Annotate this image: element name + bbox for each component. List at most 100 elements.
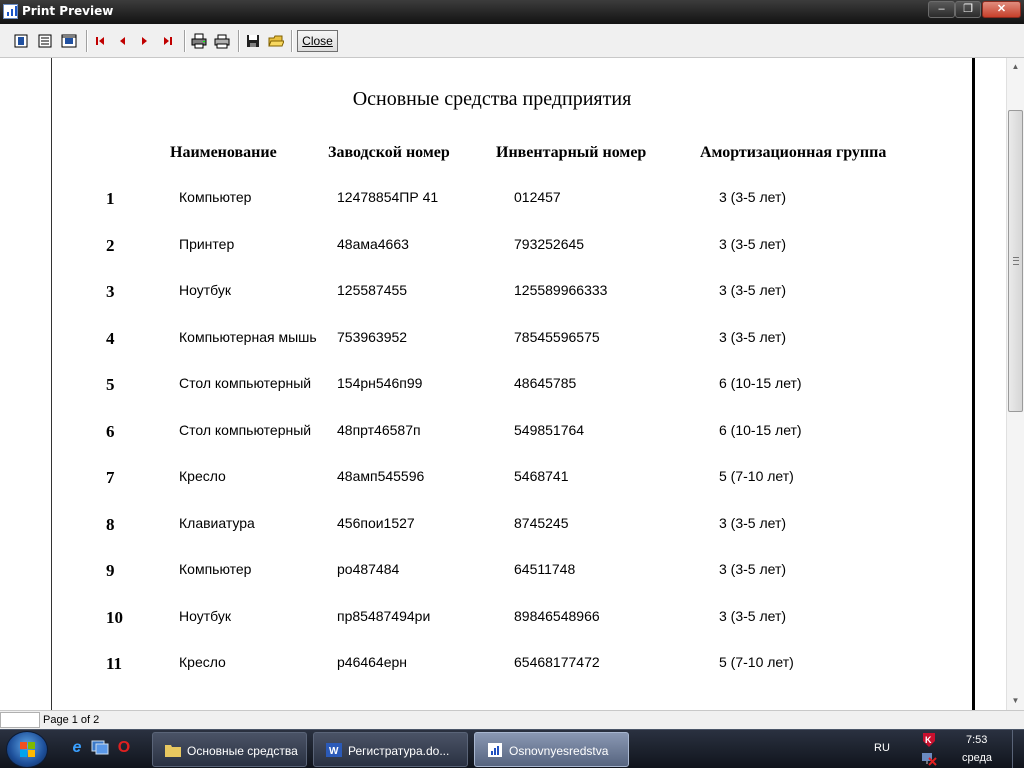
scroll-down-arrow-icon[interactable]: ▼ — [1007, 692, 1024, 709]
preview-area[interactable]: Основные средства предприятия Наименован… — [0, 58, 1006, 710]
scroll-up-arrow-icon[interactable]: ▲ — [1007, 58, 1024, 75]
kaspersky-icon[interactable]: K — [921, 732, 937, 748]
vertical-scrollbar[interactable]: ▲ ▼ — [1006, 58, 1024, 710]
column-header-serial: Заводской номер — [328, 144, 450, 161]
cell-inventory: 64511748 — [514, 561, 576, 577]
row-number: 6 — [106, 421, 115, 441]
cell-group: 5 (7-10 лет) — [719, 654, 794, 670]
first-page-icon[interactable] — [91, 32, 109, 50]
cell-name: Принтер — [179, 235, 235, 252]
cell-group: 5 (7-10 лет) — [719, 468, 794, 484]
cell-inventory: 125589966333 — [514, 282, 608, 298]
clock-time[interactable]: 7:53 — [966, 734, 987, 746]
cell-name: Кресло — [179, 654, 226, 670]
two-page-icon[interactable] — [36, 32, 54, 50]
internet-explorer-icon[interactable]: e — [67, 738, 87, 758]
toolbar-separator — [238, 30, 240, 52]
table-row: 1 Компьютер 12478854ПР 41 012457 3 (3-5 лет) — [52, 186, 972, 216]
table-row: 2 Принтер 48ама4663 793252645 3 (3-5 лет) — [52, 233, 972, 263]
title-bar: Print Preview ‒ ❐ ✕ — [0, 0, 1024, 24]
task-label: Регистратура.do... — [348, 744, 450, 758]
prev-page-icon[interactable] — [113, 32, 131, 50]
cell-serial: р46464ерн — [337, 654, 408, 670]
app-icon — [3, 4, 18, 19]
cell-serial: 753963952 — [337, 328, 408, 345]
scrollbar-thumb[interactable] — [1008, 110, 1023, 412]
last-page-icon[interactable] — [159, 32, 177, 50]
table-row: 6 Стол компьютерный 48прт46587п 549851764 6 … — [52, 419, 972, 449]
cell-inventory: 89846548966 — [514, 607, 600, 624]
cell-inventory: 5468741 — [514, 468, 569, 484]
switch-windows-icon[interactable] — [90, 738, 110, 758]
taskbar-item-word[interactable]: W Регистратура.do... — [313, 732, 468, 767]
cell-name: Компьютер — [179, 189, 252, 205]
column-header-name: Наименование — [170, 144, 277, 161]
table-row: 3 Ноутбук 125587455 125589966333 3 (3-5 лет) — [52, 279, 972, 309]
taskbar-item-active-app[interactable]: Osnovnyesredstva — [474, 732, 629, 767]
network-warning-icon[interactable] — [921, 751, 937, 767]
cell-group: 3 (3-5 лет) — [719, 282, 787, 298]
row-number: 1 — [106, 189, 115, 208]
column-header-inventory: Инвентарный номер — [496, 144, 647, 161]
cell-group: 3 (3-5 лет) — [719, 189, 787, 205]
column-header-group: Амортизационная группа — [700, 144, 887, 161]
clock-day: среда — [962, 752, 993, 764]
show-desktop-button[interactable] — [1012, 730, 1022, 768]
document-title: Основные средства предприятия — [352, 88, 632, 110]
status-panel — [0, 712, 40, 728]
table-row: 7 Кресло 48амп545596 5468741 5 (7-10 лет) — [52, 465, 972, 495]
document-page: Основные средства предприятия Наименован… — [51, 58, 975, 710]
cell-serial: пр85487494ри — [337, 607, 431, 624]
cell-group: 3 (3-5 лет) — [719, 328, 787, 345]
taskbar-item-folder[interactable]: Основные средства — [152, 732, 307, 767]
zoom-icon[interactable] — [60, 32, 78, 50]
row-number: 4 — [106, 328, 115, 348]
row-number: 10 — [106, 607, 123, 627]
table-row: 10 Ноутбук пр85487494ри 89846548966 3 (3-5 л… — [52, 605, 972, 635]
one-page-icon[interactable] — [12, 32, 30, 50]
app-icon — [488, 743, 502, 757]
start-button[interactable] — [6, 731, 48, 768]
minimize-button[interactable]: ‒ — [928, 1, 955, 18]
cell-group: 3 (3-5 лет) — [719, 561, 787, 577]
cell-inventory: 549851764 — [514, 421, 585, 438]
word-document-icon: W — [326, 743, 342, 757]
cell-serial: 456пои1527 — [337, 514, 415, 531]
print-setup-icon[interactable] — [190, 32, 208, 50]
close-window-button[interactable]: ✕ — [982, 1, 1021, 18]
cell-name: Стол компьютерный — [179, 421, 312, 438]
window-title: Print Preview — [22, 4, 114, 18]
next-page-icon[interactable] — [135, 32, 153, 50]
row-number: 11 — [106, 654, 123, 673]
table-row: 11 Кресло р46464ерн 65468177472 5 (7-10 лет) — [52, 651, 972, 681]
close-preview-button[interactable]: Close — [297, 30, 338, 52]
language-indicator[interactable]: RU — [874, 742, 890, 754]
windows-logo-icon — [20, 742, 36, 758]
print-icon[interactable] — [213, 32, 231, 50]
toolbar-separator — [291, 30, 293, 52]
maximize-button[interactable]: ❐ — [955, 1, 981, 18]
cell-serial: 12478854ПР 41 — [337, 189, 439, 205]
row-number: 5 — [106, 375, 115, 394]
cell-serial: 125587455 — [337, 282, 408, 298]
task-label: Osnovnyesredstva — [509, 744, 609, 758]
open-icon[interactable] — [267, 32, 285, 50]
close-button-label: Close — [302, 34, 333, 48]
save-icon[interactable] — [244, 32, 262, 50]
opera-icon[interactable]: O — [114, 738, 134, 758]
cell-serial: 154рн546п99 — [337, 375, 423, 391]
row-number: 9 — [106, 561, 115, 580]
cell-inventory: 78545596575 — [514, 328, 600, 345]
row-number: 3 — [106, 282, 115, 301]
cell-group: 3 (3-5 лет) — [719, 514, 787, 531]
table-row: 8 Клавиатура 456пои1527 8745245 3 (3-5 лет) — [52, 512, 972, 542]
cell-group: 3 (3-5 лет) — [719, 607, 787, 624]
svg-text:K: K — [925, 735, 932, 745]
cell-group: 6 (10-15 лет) — [719, 375, 802, 391]
cell-serial: ро487484 — [337, 561, 400, 577]
cell-inventory: 8745245 — [514, 514, 569, 531]
page-indicator: Page 1 of 2 — [43, 714, 100, 726]
svg-text:W: W — [329, 746, 339, 757]
cell-inventory: 012457 — [514, 189, 561, 205]
row-number: 7 — [106, 468, 115, 487]
